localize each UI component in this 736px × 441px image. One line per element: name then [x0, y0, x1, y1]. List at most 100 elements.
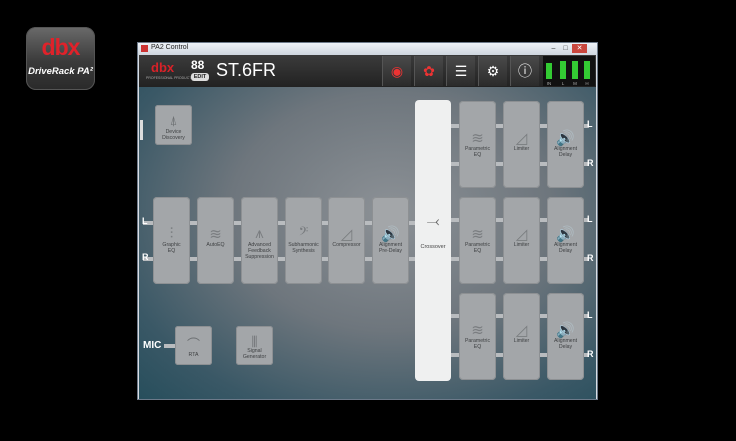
- limiter-mid-module[interactable]: ◿ Limiter: [503, 197, 540, 284]
- speaker-icon: 🔊: [556, 130, 575, 147]
- graphic-eq-module[interactable]: ⫶ Graphic EQ: [153, 197, 190, 284]
- signal-generator-label: Signal Generator: [242, 348, 267, 360]
- output-low-left-label: L: [587, 310, 593, 320]
- meter-l: [560, 61, 566, 79]
- alignment-delay-high-module[interactable]: 🔊 Alignment Delay: [547, 101, 584, 188]
- alignment-predelay-module[interactable]: 🔊 Alignment Pre-Delay: [372, 197, 409, 284]
- limiter-label: Limiter: [513, 242, 530, 248]
- subharmonic-label: Subharmonic Synthesis: [288, 242, 319, 254]
- app-icon-subtitle: DriveRack PA²: [28, 66, 93, 77]
- discovery-icon: ⍋: [169, 113, 178, 128]
- peq-icon: ≋: [471, 322, 484, 339]
- rta-module[interactable]: ⌒ RTA: [175, 326, 212, 365]
- left-edge-marker: [140, 120, 143, 140]
- speaker-icon: 🔊: [556, 226, 575, 243]
- meter-in: [546, 63, 552, 79]
- presets-list-button[interactable]: ☰: [446, 56, 475, 86]
- driverack-app-icon[interactable]: dbx DriveRack PA²: [26, 27, 95, 90]
- output-mid-right-label: R: [587, 253, 594, 263]
- window-title: PA2 Control: [151, 44, 189, 51]
- crossover-label: Crossover: [420, 244, 446, 250]
- parametric-eq-label: Parametric EQ: [464, 338, 491, 350]
- graphic-eq-icon: ⫶: [169, 225, 174, 242]
- alignment-delay-label: Alignment Delay: [553, 146, 578, 158]
- level-meters: IN L M H: [543, 56, 595, 86]
- meter-label-l: L: [561, 81, 565, 86]
- limiter-label: Limiter: [513, 146, 530, 152]
- output-mid-left-label: L: [587, 214, 593, 224]
- minimize-button[interactable]: –: [548, 44, 559, 53]
- peq-icon: ≋: [471, 130, 484, 147]
- top-toolbar: dbx PROFESSIONAL PRODUCTS 88 EDIT ST.6FR…: [139, 55, 596, 87]
- maximize-button[interactable]: □: [560, 44, 571, 53]
- output-high-left-label: L: [587, 119, 593, 129]
- limiter-high-module[interactable]: ◿ Limiter: [503, 101, 540, 188]
- subharmonic-icon: 𝄢: [298, 225, 309, 242]
- meter-label-m: M: [573, 81, 577, 86]
- parametric-eq-mid-module[interactable]: ≋ Parametric EQ: [459, 197, 496, 284]
- brand-tagline: PROFESSIONAL PRODUCTS: [146, 76, 194, 80]
- gear-icon: ⚙: [486, 63, 500, 79]
- limiter-icon: ◿: [515, 130, 528, 147]
- parametric-eq-high-module[interactable]: ≋ Parametric EQ: [459, 101, 496, 188]
- alignment-delay-mid-module[interactable]: 🔊 Alignment Delay: [547, 197, 584, 284]
- parametric-eq-low-module[interactable]: ≋ Parametric EQ: [459, 293, 496, 380]
- output-low-right-label: R: [587, 349, 594, 359]
- wizard-icon: ✿: [423, 63, 435, 79]
- autoeq-icon: ≋: [209, 226, 222, 243]
- wizard-button[interactable]: ✿: [414, 56, 443, 86]
- preset-number: 88: [191, 58, 205, 72]
- title-bar: PA2 Control – □ ✕: [138, 43, 597, 55]
- parametric-eq-label: Parametric EQ: [464, 242, 491, 254]
- alignment-delay-low-module[interactable]: 🔊 Alignment Delay: [547, 293, 584, 380]
- info-button[interactable]: ⓘ: [510, 56, 539, 86]
- output-high-right-label: R: [587, 158, 594, 168]
- input-right-label: R: [142, 252, 149, 262]
- device-discovery-button[interactable]: ⍋ Device Discovery: [155, 105, 192, 145]
- speaker-icon: 🔊: [381, 226, 400, 243]
- device-discovery-label: Device Discovery: [162, 129, 185, 141]
- afs-label: Advanced Feedback Suppression: [245, 242, 274, 260]
- afs-icon: ⩚: [255, 225, 264, 242]
- graphic-eq-label: Graphic EQ: [162, 242, 181, 254]
- alignment-delay-label: Alignment Delay: [553, 242, 578, 254]
- limiter-icon: ◿: [515, 322, 528, 339]
- limiter-icon: ◿: [515, 226, 528, 243]
- preset-name[interactable]: ST.6FR: [216, 60, 276, 81]
- rta-icon: ◉: [390, 63, 404, 79]
- meter-m: [572, 61, 578, 79]
- parametric-eq-label: Parametric EQ: [464, 146, 491, 158]
- signal-generator-module[interactable]: ⫼ Signal Generator: [236, 326, 273, 365]
- meter-label-in: IN: [546, 81, 552, 86]
- limiter-label: Limiter: [513, 338, 530, 344]
- dbx-brand-logo: dbx: [151, 60, 175, 75]
- edit-badge: EDIT: [191, 73, 209, 81]
- peq-icon: ≋: [471, 226, 484, 243]
- autoeq-label: AutoEQ: [206, 242, 225, 248]
- rta-mic-icon: ⌒: [186, 337, 200, 352]
- compressor-module[interactable]: ◿ Compressor: [328, 197, 365, 284]
- compressor-icon: ◿: [340, 226, 353, 243]
- list-icon: ☰: [454, 63, 468, 79]
- alignment-delay-label: Alignment Delay: [553, 338, 578, 350]
- close-button[interactable]: ✕: [572, 44, 587, 53]
- settings-button[interactable]: ⚙: [478, 56, 507, 86]
- dbx-logo: dbx: [41, 34, 81, 60]
- crossover-module[interactable]: ⤙ Crossover: [415, 100, 451, 381]
- window-app-icon: [141, 45, 148, 52]
- meter-h: [584, 61, 590, 79]
- compressor-label: Compressor: [332, 242, 361, 248]
- subharmonic-module[interactable]: 𝄢 Subharmonic Synthesis: [285, 197, 322, 284]
- afs-module[interactable]: ⩚ Advanced Feedback Suppression: [241, 197, 278, 284]
- crossover-icon: ⤙: [426, 213, 440, 230]
- rta-label: RTA: [188, 352, 199, 358]
- info-icon: ⓘ: [518, 63, 532, 79]
- meter-label-h: H: [585, 81, 589, 86]
- mic-input-label: MIC: [143, 340, 162, 351]
- limiter-low-module[interactable]: ◿ Limiter: [503, 293, 540, 380]
- input-left-label: L: [142, 216, 148, 226]
- rta-button[interactable]: ◉: [382, 56, 411, 86]
- autoeq-module[interactable]: ≋ AutoEQ: [197, 197, 234, 284]
- speaker-icon: 🔊: [556, 322, 575, 339]
- alignment-predelay-label: Alignment Pre-Delay: [378, 242, 403, 254]
